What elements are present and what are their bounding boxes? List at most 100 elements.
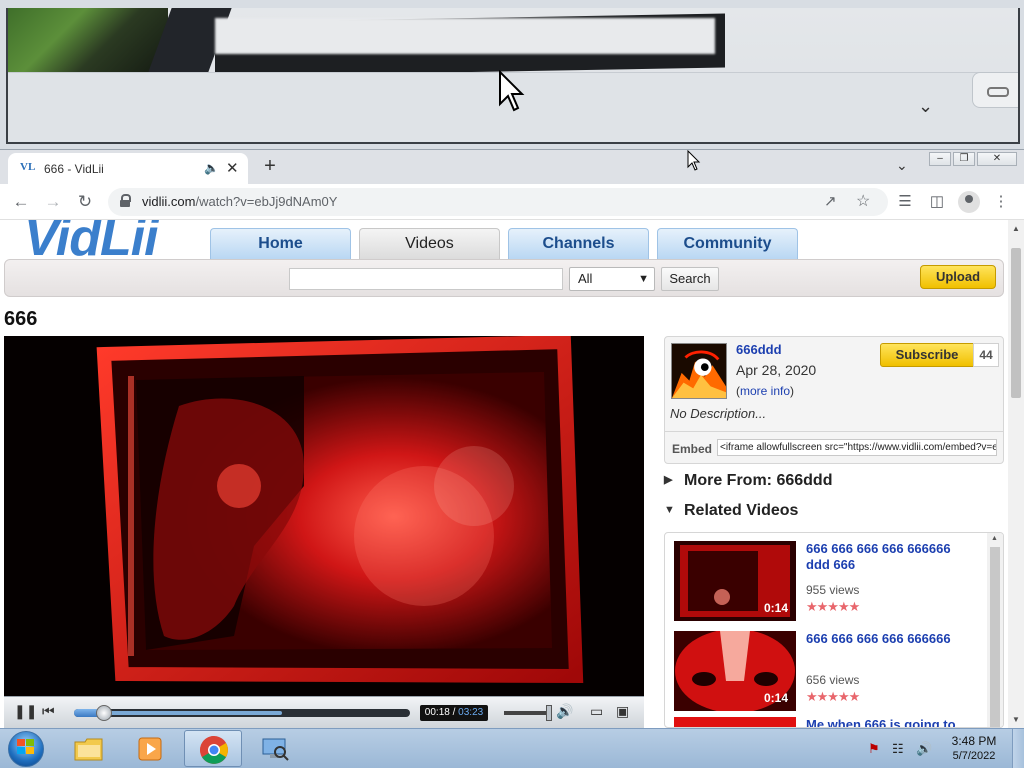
current-time: 00:18 bbox=[424, 707, 450, 718]
taskbar-remote-desktop-button[interactable] bbox=[246, 730, 304, 767]
related-video-title[interactable]: 666 666 666 666 666666 bbox=[806, 631, 976, 647]
network-icon[interactable]: ☷ bbox=[892, 741, 904, 757]
speaker-icon[interactable]: 🔊 bbox=[556, 703, 573, 720]
more-from-label: More From: 666ddd bbox=[684, 472, 833, 489]
close-window-button[interactable]: ✕ bbox=[977, 152, 1017, 166]
tab-search-chevron-icon[interactable]: ⌄ bbox=[896, 157, 908, 174]
taskbar: ⚑ ☷ 🔊 3:48 PM 5/7/2022 bbox=[0, 728, 1024, 768]
tab-strip: VL 666 - VidLii 🔈 ✕ + ⌄ – ❐ ✕ bbox=[0, 150, 1024, 184]
computer-search-icon bbox=[262, 738, 289, 761]
background-image-fragment bbox=[8, 8, 168, 72]
clock-date[interactable]: 5/7/2022 bbox=[950, 750, 998, 762]
list-item[interactable]: 0:14 666 666 666 666 666666 ddd 666 955 … bbox=[674, 541, 994, 625]
fullscreen-icon[interactable]: ▣ bbox=[616, 703, 629, 720]
nav-tab-home[interactable]: Home bbox=[210, 228, 351, 259]
more-from-header[interactable]: ▶ More From: 666ddd bbox=[664, 472, 832, 490]
vidlii-favicon-icon: VL bbox=[20, 161, 36, 173]
mouse-cursor-icon bbox=[499, 70, 525, 112]
related-scrollbar-thumb[interactable] bbox=[990, 547, 1000, 727]
nav-tab-channels[interactable]: Channels bbox=[508, 228, 649, 259]
progress-knob[interactable] bbox=[96, 705, 112, 721]
scroll-up-icon[interactable]: ▲ bbox=[991, 535, 998, 542]
taskbar-chrome-button[interactable] bbox=[184, 730, 242, 767]
video-frame[interactable] bbox=[4, 336, 644, 696]
more-info-link[interactable]: more info bbox=[740, 384, 790, 398]
video-duration: 0:14 bbox=[764, 601, 789, 615]
uploader-info-box: 666ddd Apr 28, 2020 (more info) Subscrib… bbox=[664, 336, 1004, 464]
embed-code-input[interactable]: <iframe allowfullscreen src="https://www… bbox=[717, 439, 997, 456]
clock-time[interactable]: 3:48 PM bbox=[950, 734, 998, 748]
page-scrollbar[interactable]: ▲ ▼ bbox=[1008, 220, 1024, 728]
skip-back-icon[interactable]: ⏮ bbox=[42, 703, 55, 720]
search-category-select[interactable]: All ▼ bbox=[569, 267, 655, 291]
uploader-name-link[interactable]: 666ddd bbox=[736, 342, 782, 357]
volume-knob[interactable] bbox=[546, 705, 552, 721]
related-videos-label: Related Videos bbox=[684, 502, 799, 519]
list-item[interactable]: 0:14 666 666 666 666 666666 656 views ★★… bbox=[674, 631, 994, 715]
media-controls-icon[interactable]: ☰ bbox=[894, 192, 916, 210]
new-tab-button[interactable]: + bbox=[260, 155, 280, 178]
page-scrollbar-thumb[interactable] bbox=[1011, 248, 1021, 398]
reload-icon[interactable]: ↻ bbox=[74, 192, 96, 212]
rating-stars: ★★★★★ bbox=[806, 599, 860, 614]
related-scrollbar[interactable]: ▲ bbox=[987, 533, 1003, 727]
minimize-window-button[interactable]: – bbox=[929, 152, 951, 166]
forward-arrow-icon[interactable]: → bbox=[42, 192, 64, 212]
uploader-avatar[interactable] bbox=[671, 343, 727, 399]
chevron-down-icon: ▼ bbox=[638, 273, 649, 285]
nav-tab-videos[interactable]: Videos bbox=[359, 228, 500, 259]
web-page: VidLii Home Videos Channels Community Al… bbox=[0, 220, 1008, 728]
share-icon[interactable]: ↗ bbox=[824, 192, 837, 210]
mouse-cursor-icon bbox=[687, 150, 701, 171]
related-video-title[interactable]: Me when 666 is going to bbox=[806, 717, 976, 727]
background-minimize-button[interactable] bbox=[972, 72, 1018, 108]
restore-window-button[interactable]: ❐ bbox=[953, 152, 975, 166]
browser-toolbar: ← → ↻ vidlii.com/watch?v=ebJj9dNAm0Y ↗ ☆… bbox=[0, 184, 1024, 220]
background-panel-light bbox=[215, 18, 715, 54]
scroll-down-icon[interactable]: ▼ bbox=[1012, 715, 1020, 724]
related-videos-header[interactable]: ▼ Related Videos bbox=[664, 502, 798, 520]
volume-icon[interactable]: 🔊 bbox=[916, 741, 932, 757]
start-button[interactable] bbox=[4, 729, 46, 768]
side-panel-icon[interactable]: ◫ bbox=[926, 192, 948, 210]
upload-button[interactable]: Upload bbox=[920, 265, 996, 289]
pause-icon[interactable]: ❚❚ bbox=[14, 703, 37, 720]
chevron-down-icon[interactable]: ⌄ bbox=[918, 96, 933, 117]
browser-window: VL 666 - VidLii 🔈 ✕ + ⌄ – ❐ ✕ ← → ↻ vidl… bbox=[0, 150, 1024, 728]
subscribe-button[interactable]: Subscribe bbox=[880, 343, 974, 367]
profile-avatar-icon[interactable] bbox=[958, 191, 980, 213]
related-video-title[interactable]: 666 666 666 666 666666 ddd 666 bbox=[806, 541, 976, 573]
scroll-up-icon[interactable]: ▲ bbox=[1012, 224, 1020, 233]
video-player[interactable]: ❚❚ ⏮ 00:18 / 03:23 🔊 ▭ ▣ bbox=[4, 336, 644, 728]
address-bar[interactable]: vidlii.com/watch?v=ebJj9dNAm0Y ↗ ☆ bbox=[108, 188, 888, 216]
menu-kebab-icon[interactable]: ⋮ bbox=[990, 192, 1012, 210]
lock-icon[interactable] bbox=[120, 194, 131, 207]
tab-title: 666 - VidLii bbox=[44, 162, 104, 176]
background-window: ⌄ bbox=[0, 0, 1024, 150]
bookmark-star-icon[interactable]: ☆ bbox=[856, 191, 870, 211]
related-thumbnail[interactable] bbox=[674, 717, 796, 728]
taskbar-media-player-button[interactable] bbox=[122, 730, 180, 767]
duration-time: 03:23 bbox=[458, 707, 484, 718]
related-videos-list: 0:14 666 666 666 666 666666 ddd 666 955 … bbox=[664, 532, 1004, 728]
show-desktop-button[interactable] bbox=[1012, 729, 1024, 768]
search-bar: All ▼ Search Upload bbox=[4, 259, 1004, 297]
progress-bar[interactable] bbox=[74, 705, 410, 721]
search-category-value: All bbox=[578, 271, 593, 286]
back-arrow-icon[interactable]: ← bbox=[10, 192, 32, 212]
taskbar-explorer-button[interactable] bbox=[60, 730, 118, 767]
close-tab-icon[interactable]: ✕ bbox=[226, 159, 239, 177]
search-button[interactable]: Search bbox=[661, 267, 719, 291]
url-text[interactable]: vidlii.com/watch?v=ebJj9dNAm0Y bbox=[142, 194, 337, 209]
nav-tab-community[interactable]: Community bbox=[657, 228, 798, 259]
subscriber-count: 44 bbox=[973, 343, 999, 367]
search-input[interactable] bbox=[289, 268, 563, 290]
speaker-icon[interactable]: 🔈 bbox=[204, 161, 219, 175]
video-description: No Description... bbox=[670, 406, 767, 421]
upload-date: Apr 28, 2020 bbox=[736, 362, 817, 378]
browser-tab[interactable]: VL 666 - VidLii 🔈 ✕ bbox=[8, 153, 248, 184]
action-center-flag-icon[interactable]: ⚑ bbox=[868, 741, 880, 757]
theater-mode-icon[interactable]: ▭ bbox=[590, 703, 603, 720]
volume-slider[interactable] bbox=[504, 705, 552, 721]
list-item[interactable]: Me when 666 is going to bbox=[674, 717, 994, 728]
